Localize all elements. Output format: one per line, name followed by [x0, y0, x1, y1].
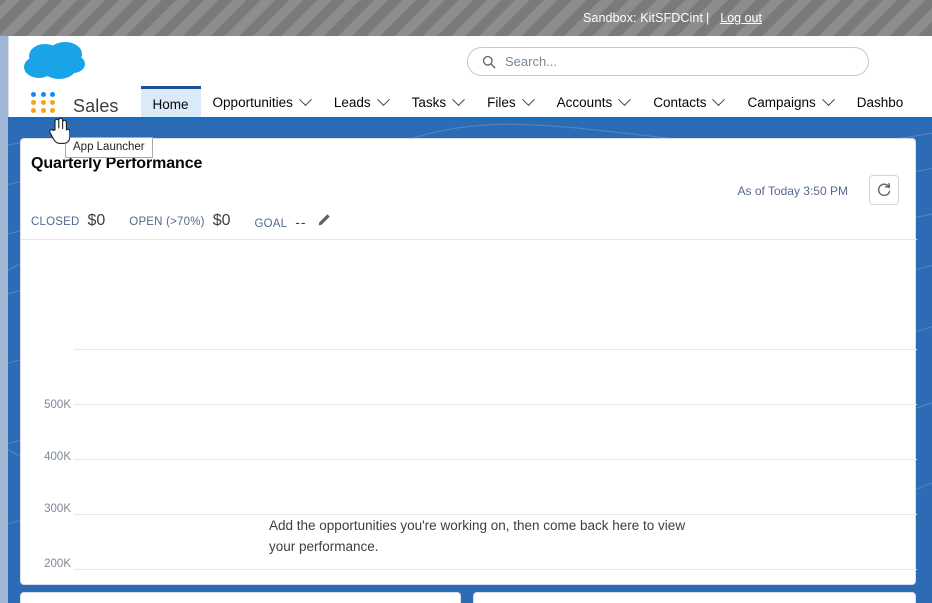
- nav-item-accounts[interactable]: Accounts: [545, 87, 642, 118]
- chevron-down-icon: [618, 93, 632, 107]
- salesforce-app-window: Sandbox: KitSFDCint | Log out Search...: [0, 0, 932, 603]
- nav-item-label: Dashbo: [856, 95, 904, 110]
- nav-item-label: Files: [487, 95, 516, 110]
- logout-link[interactable]: Log out: [720, 11, 762, 25]
- app-launcher-tooltip: App Launcher: [65, 137, 153, 158]
- chevron-down-icon: [452, 93, 466, 107]
- metric-value: $0: [87, 211, 106, 229]
- nav-item-home[interactable]: Home: [140, 86, 201, 118]
- chevron-down-icon: [521, 93, 535, 107]
- sandbox-label: Sandbox: KitSFDCint: [583, 11, 704, 25]
- chevron-down-icon: [712, 93, 726, 107]
- refresh-icon: [877, 182, 891, 197]
- nav-item-dashboards[interactable]: Dashbo: [845, 87, 916, 118]
- sandbox-banner: Sandbox: KitSFDCint | Log out: [0, 0, 932, 36]
- chevron-down-icon: [298, 93, 312, 107]
- sandbox-separator: |: [706, 11, 710, 25]
- pencil-icon: [318, 214, 330, 226]
- search-icon: [482, 55, 496, 68]
- nav-item-label: Campaigns: [747, 95, 816, 110]
- nav-item-label: Contacts: [653, 95, 707, 110]
- bottom-card-left: [20, 592, 461, 603]
- gridline-500k: [74, 569, 917, 570]
- metric-goal: GOAL --: [254, 211, 332, 230]
- gridline-200k: [74, 459, 917, 460]
- ytick-label-400k: 400K: [44, 451, 71, 463]
- chevron-down-icon: [376, 93, 390, 107]
- ytick-label-300k: 300K: [44, 503, 71, 515]
- metric-value: --: [295, 214, 307, 230]
- nav-item-files[interactable]: Files: [475, 87, 545, 118]
- gridline-400k: [74, 514, 917, 515]
- ytick-label-500k: 500K: [44, 399, 71, 411]
- metric-closed: CLOSED $0: [31, 212, 105, 230]
- metric-open: OPEN (>70%) $0: [129, 212, 230, 230]
- nav-item-label: Opportunities: [212, 95, 293, 110]
- nav-item-tasks[interactable]: Tasks: [400, 87, 476, 118]
- metric-label: OPEN (>70%): [129, 215, 205, 228]
- global-header: Search... Sales Home Opportunities Leads…: [8, 36, 932, 118]
- nav-items: Home Opportunities Leads Tasks Files Acc…: [140, 86, 916, 118]
- nav-item-label: Home: [152, 96, 189, 112]
- metrics-row: CLOSED $0 OPEN (>70%) $0 GOAL --: [31, 211, 357, 230]
- search-placeholder: Search...: [505, 54, 558, 69]
- window-left-edge: [0, 36, 8, 603]
- refresh-button[interactable]: [869, 175, 899, 205]
- search-input[interactable]: Search...: [467, 47, 869, 76]
- gridline-100k: [74, 349, 917, 350]
- nav-item-label: Accounts: [556, 95, 613, 110]
- nav-item-campaigns[interactable]: Campaigns: [735, 87, 844, 118]
- metric-label: GOAL: [254, 218, 288, 230]
- chevron-down-icon: [821, 93, 835, 107]
- nav-item-label: Leads: [333, 95, 371, 110]
- bottom-card-right: [473, 592, 916, 603]
- metric-value: $0: [212, 211, 231, 229]
- empty-state-message: Add the opportunities you're working on,…: [269, 516, 714, 558]
- edit-goal-button[interactable]: [315, 211, 333, 229]
- as-of-timestamp: As of Today 3:50 PM: [737, 184, 848, 198]
- salesforce-cloud-logo: [24, 42, 85, 79]
- app-name-label: Sales: [73, 96, 119, 116]
- nav-item-leads[interactable]: Leads: [322, 87, 400, 118]
- nav-item-label: Tasks: [411, 95, 447, 110]
- nav-row: Sales Home Opportunities Leads Tasks Fil…: [9, 86, 932, 118]
- metric-label: CLOSED: [31, 215, 80, 228]
- app-launcher-button[interactable]: [31, 92, 57, 114]
- ytick-label-200k: 200K: [44, 558, 71, 570]
- gridline-300k: [74, 404, 917, 405]
- quarterly-performance-card: Quarterly Performance As of Today 3:50 P…: [20, 138, 917, 586]
- nav-item-opportunities[interactable]: Opportunities: [201, 87, 322, 118]
- quarterly-performance-chart: 500K 400K 300K 200K 100K 0 Add the oppor…: [21, 240, 917, 586]
- nav-item-contacts[interactable]: Contacts: [641, 87, 735, 118]
